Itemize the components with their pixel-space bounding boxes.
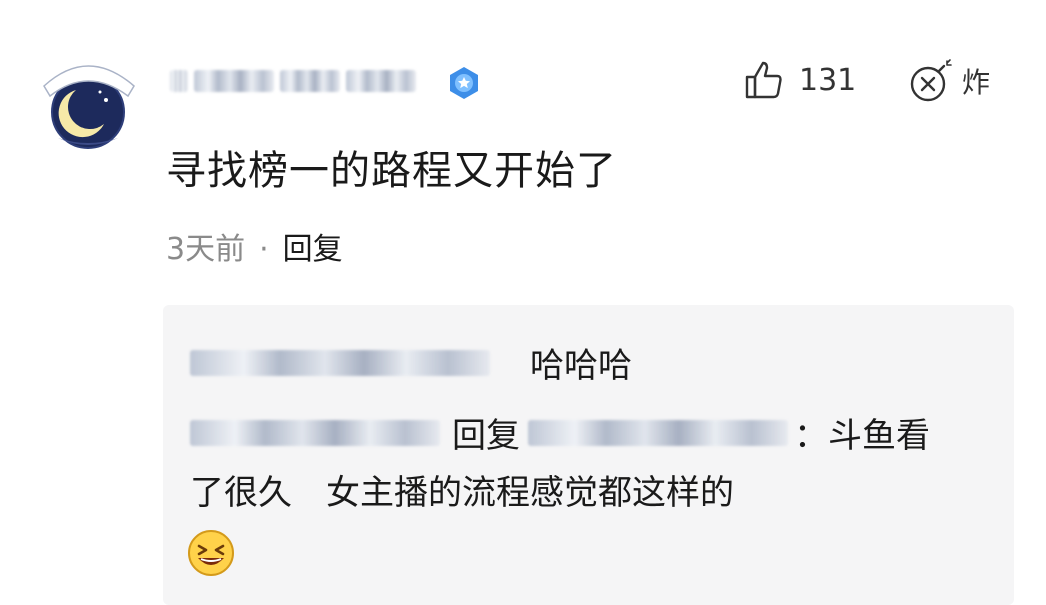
bomb-icon bbox=[910, 59, 952, 102]
reply-item-2[interactable]: 回复 ：斗鱼看 bbox=[190, 408, 930, 457]
reply-username-blurred[interactable] bbox=[190, 349, 490, 376]
username-blurred[interactable] bbox=[170, 62, 420, 100]
reply-text-2a: ：斗鱼看 bbox=[794, 416, 930, 456]
comment-text: 寻找榜一的路程又开始了 bbox=[166, 148, 617, 194]
reply-word: 回复 bbox=[452, 416, 520, 456]
verified-badge-icon bbox=[447, 66, 481, 100]
reply-item-1[interactable]: 哈哈哈 bbox=[190, 338, 632, 387]
bomb-label: 炸 bbox=[962, 66, 991, 99]
comment-meta: 3天前 · 回复 bbox=[166, 224, 343, 268]
bomb-button[interactable]: 炸 bbox=[906, 58, 990, 104]
reply-target-blurred[interactable] bbox=[528, 419, 788, 446]
like-button[interactable]: 131 bbox=[743, 58, 856, 102]
avatar[interactable] bbox=[36, 56, 140, 150]
reply-username-blurred[interactable] bbox=[190, 419, 440, 446]
like-count: 131 bbox=[799, 62, 857, 98]
comment-time: 3天前 bbox=[166, 232, 246, 267]
reply-button[interactable]: 回复 bbox=[283, 232, 343, 267]
reply-text-1: 哈哈哈 bbox=[530, 346, 632, 386]
meta-separator: · bbox=[259, 232, 269, 267]
thumbs-up-icon bbox=[745, 61, 782, 99]
reply-text-2b: 了很久 女主播的流程感觉都这样的 bbox=[190, 473, 734, 513]
grinning-squint-emoji-icon bbox=[186, 528, 236, 578]
